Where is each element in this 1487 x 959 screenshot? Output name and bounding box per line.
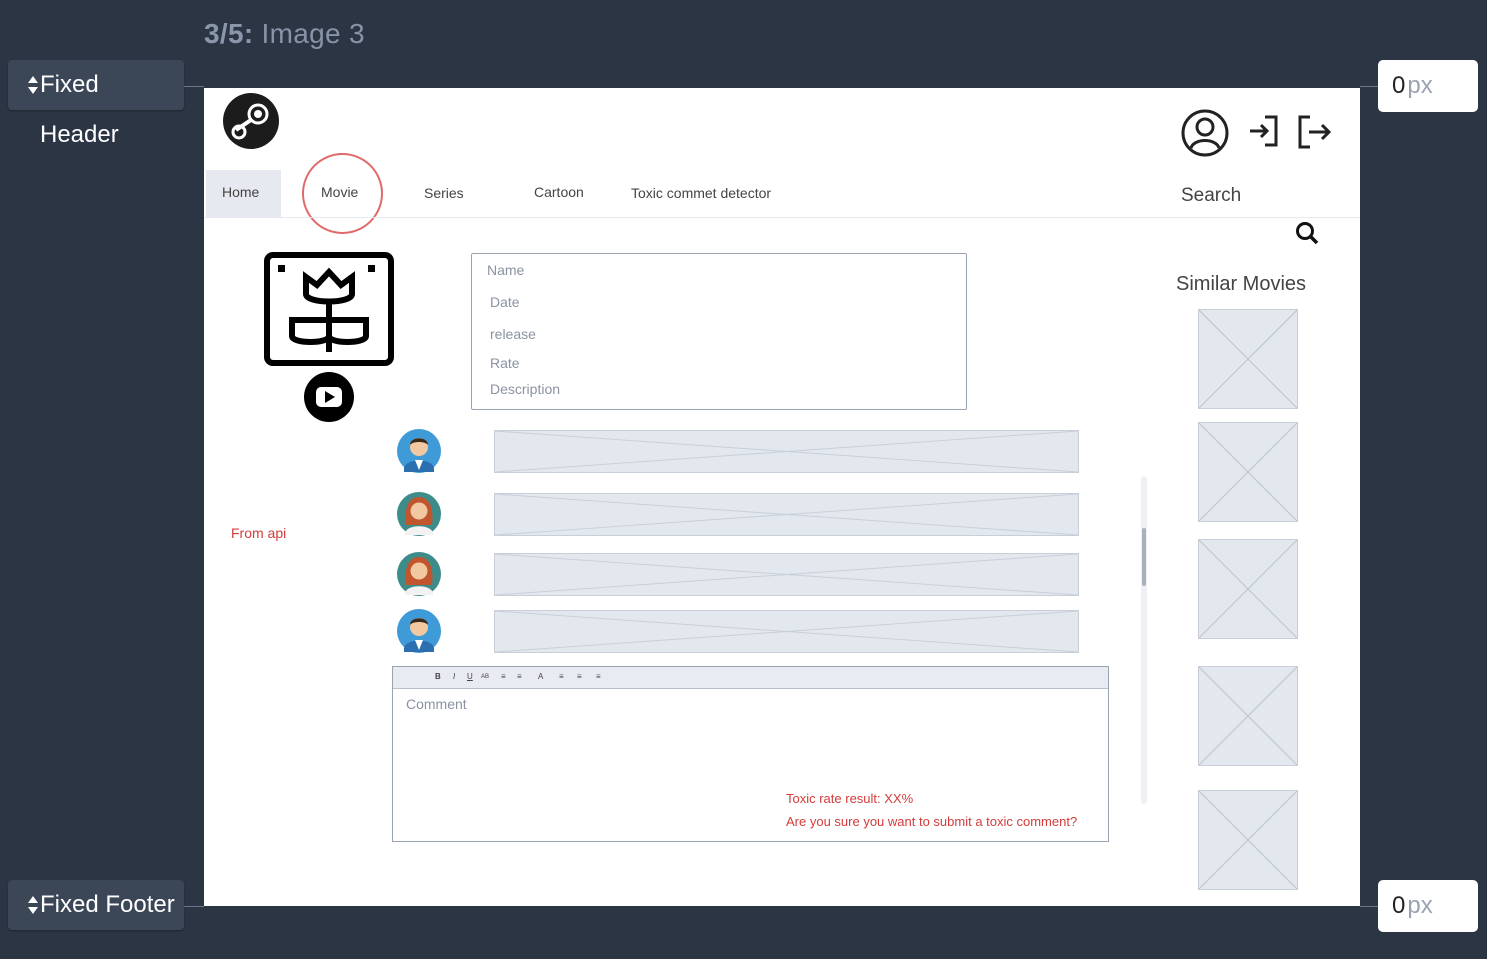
info-field-release: release bbox=[490, 326, 536, 342]
fixed-header-button[interactable]: Fixed Header bbox=[8, 60, 184, 148]
fixed-header-label: Fixed Header bbox=[40, 71, 119, 148]
steam-logo-icon[interactable] bbox=[222, 90, 280, 152]
comment-placeholder bbox=[494, 553, 1079, 596]
align-center-icon[interactable]: ≡ bbox=[577, 672, 582, 681]
comment-placeholder bbox=[494, 610, 1079, 653]
similar-movie-thumbnail[interactable] bbox=[1198, 790, 1298, 890]
login-icon[interactable] bbox=[1247, 114, 1281, 148]
editor-toolbar: B I U AB ≡ ≡ A ≡ ≡ ≡ bbox=[393, 667, 1108, 689]
frame-counter: 3/5: bbox=[204, 18, 254, 49]
resize-arrows-icon bbox=[28, 896, 38, 914]
resize-arrows-icon bbox=[28, 76, 38, 94]
frame-title: 3/5: Image 3 bbox=[204, 18, 365, 50]
search-label[interactable]: Search bbox=[1181, 185, 1241, 207]
italic-tool[interactable]: I bbox=[453, 672, 455, 681]
male-avatar-icon bbox=[397, 429, 441, 473]
header-height-input[interactable]: 0px bbox=[1378, 60, 1478, 112]
header-height-unit: px bbox=[1407, 72, 1433, 99]
similar-movies-title: Similar Movies bbox=[1176, 273, 1307, 295]
male-avatar-icon bbox=[397, 609, 441, 653]
fixed-footer-button[interactable]: Fixed Footer bbox=[8, 880, 184, 930]
nav-item-series[interactable]: Series bbox=[424, 185, 464, 201]
nav-item-movie[interactable]: Movie bbox=[321, 184, 358, 200]
info-field-rate: Rate bbox=[490, 355, 520, 371]
align-right-icon[interactable]: ≡ bbox=[596, 672, 601, 681]
header-height-value: 0 bbox=[1392, 72, 1406, 99]
wireframe-canvas: Home Movie Series Cartoon Toxic commet d… bbox=[204, 88, 1360, 906]
footer-connector bbox=[184, 906, 204, 907]
bold-tool[interactable]: B bbox=[435, 672, 441, 681]
fixed-footer-label: Fixed Footer bbox=[40, 891, 175, 918]
toxic-confirm-message: Are you sure you want to submit a toxic … bbox=[786, 814, 1078, 829]
nav-item-cartoon[interactable]: Cartoon bbox=[534, 184, 584, 200]
nav-item-toxic-detector[interactable]: Toxic commet detector bbox=[631, 185, 771, 201]
movie-info-box: Name Date release Rate Description bbox=[471, 253, 967, 410]
user-account-icon[interactable] bbox=[1180, 108, 1230, 158]
search-icon[interactable] bbox=[1295, 221, 1319, 245]
footer-connector-right bbox=[1360, 906, 1378, 907]
comment-input-placeholder[interactable]: Comment bbox=[406, 696, 467, 712]
strike-tool[interactable]: AB bbox=[481, 674, 489, 680]
footer-height-input[interactable]: 0px bbox=[1378, 880, 1478, 932]
header-connector bbox=[184, 86, 204, 87]
nav-item-home[interactable]: Home bbox=[222, 184, 259, 200]
female-avatar-icon bbox=[397, 492, 441, 536]
comment-placeholder bbox=[494, 430, 1079, 473]
similar-movie-thumbnail[interactable] bbox=[1198, 539, 1298, 639]
female-avatar-icon bbox=[397, 552, 441, 596]
api-source-note: From api bbox=[231, 525, 287, 541]
comments-scrollbar-thumb[interactable] bbox=[1142, 528, 1146, 586]
info-field-name: Name bbox=[487, 262, 525, 278]
info-field-date: Date bbox=[490, 294, 520, 310]
numbered-list-icon[interactable]: ≡ bbox=[517, 672, 522, 681]
toxic-rate-result: Toxic rate result: XX% bbox=[786, 791, 914, 806]
header-connector-right bbox=[1360, 86, 1378, 87]
align-left-icon[interactable]: ≡ bbox=[559, 672, 564, 681]
similar-movie-thumbnail[interactable] bbox=[1198, 422, 1298, 522]
font-color-icon[interactable]: A bbox=[538, 672, 543, 681]
frame-name: Image 3 bbox=[261, 18, 365, 49]
underline-tool[interactable]: U bbox=[467, 672, 473, 681]
footer-height-value: 0 bbox=[1392, 892, 1406, 919]
bullet-list-icon[interactable]: ≡ bbox=[501, 672, 506, 681]
footer-height-unit: px bbox=[1407, 892, 1433, 919]
similar-movie-thumbnail[interactable] bbox=[1198, 666, 1298, 766]
info-field-description: Description bbox=[490, 381, 561, 397]
nav-divider bbox=[204, 217, 1360, 218]
comment-editor[interactable]: B I U AB ≡ ≡ A ≡ ≡ ≡ Comment Toxic rate … bbox=[392, 666, 1109, 842]
similar-movie-thumbnail[interactable] bbox=[1198, 309, 1298, 409]
logout-icon[interactable] bbox=[1296, 114, 1332, 150]
play-icon[interactable] bbox=[303, 371, 355, 423]
comment-placeholder bbox=[494, 493, 1079, 536]
comments-scrollbar[interactable] bbox=[1141, 476, 1147, 804]
